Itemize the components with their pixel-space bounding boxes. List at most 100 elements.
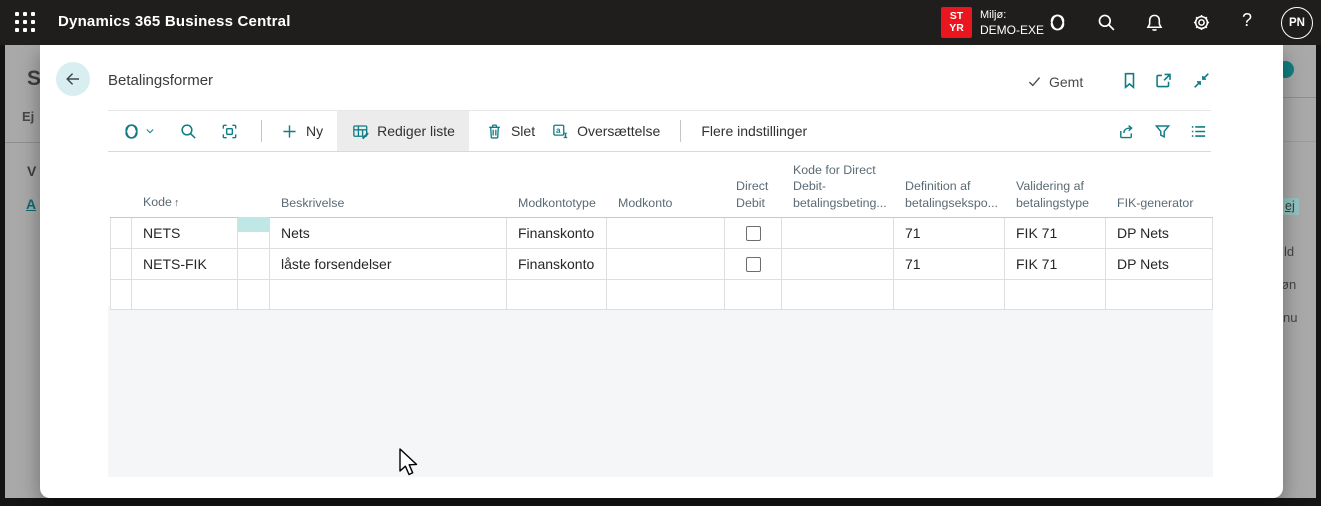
narrow-cell[interactable]	[238, 280, 270, 309]
background-text-fragment: V	[27, 163, 36, 179]
check-icon	[1026, 73, 1043, 90]
payment-methods-dialog: Betalingsformer Gemt Ny Rediger liste Sl…	[40, 45, 1283, 498]
delete-button[interactable]: Slet	[485, 122, 535, 141]
background-text-fragment: ld	[1284, 244, 1294, 259]
cell-betalingseksport[interactable]: 71	[894, 249, 1005, 279]
background-text-fragment: nu	[1283, 310, 1297, 325]
share-button[interactable]	[1117, 122, 1136, 141]
search-icon[interactable]	[1096, 12, 1117, 33]
cell-direct_debit[interactable]	[725, 280, 782, 309]
cell-beskrivelse[interactable]: Nets	[270, 218, 507, 248]
help-icon[interactable]: ?	[1242, 10, 1252, 31]
column-header-direct_debit[interactable]: Direct Debit	[725, 178, 782, 217]
cell-dd_betalingsbetingelse[interactable]	[782, 249, 894, 279]
cell-beskrivelse[interactable]	[270, 280, 507, 309]
column-header-modkonto[interactable]: Modkonto	[607, 195, 725, 217]
translate-button[interactable]: Oversættelse	[551, 122, 660, 141]
action-bar: Ny Rediger liste Slet Oversættelse Flere…	[108, 110, 1211, 152]
cell-modkonto[interactable]	[607, 280, 725, 309]
cell-betalingstype[interactable]: FIK 71	[1005, 249, 1106, 279]
environment-badge[interactable]: ST YR	[941, 7, 972, 38]
column-header-kode[interactable]: Kode↑	[132, 194, 238, 217]
focused-cell-indicator	[238, 217, 270, 232]
cell-modkontotype[interactable]: Finanskonto	[507, 218, 607, 248]
more-options-label: Flere indstillinger	[701, 123, 807, 139]
row-selector-cell[interactable]	[110, 280, 132, 309]
row-selector-cell[interactable]	[110, 249, 132, 279]
background-divider	[5, 142, 42, 143]
more-options-button[interactable]: Flere indstillinger	[701, 123, 807, 139]
background-divider	[1278, 97, 1316, 98]
app-title[interactable]: Dynamics 365 Business Central	[58, 13, 291, 30]
environment-badge-line2: YR	[949, 23, 964, 35]
open-in-new-window-icon[interactable]	[1153, 70, 1174, 91]
background-text-fragment: Ej	[22, 109, 34, 124]
list-background	[108, 306, 1213, 477]
cell-modkontotype[interactable]: Finanskonto	[507, 249, 607, 279]
user-avatar[interactable]: PN	[1281, 7, 1313, 39]
cell-beskrivelse[interactable]: låste forsendelser	[270, 249, 507, 279]
cell-direct_debit[interactable]	[725, 249, 782, 279]
settings-gear-icon[interactable]	[1191, 12, 1212, 33]
narrow-cell[interactable]	[238, 249, 270, 279]
cell-betalingstype[interactable]: FIK 71	[1005, 218, 1106, 248]
direct-debit-checkbox[interactable]	[746, 257, 761, 272]
topbar: Dynamics 365 Business Central ST YR Milj…	[0, 0, 1321, 45]
cell-kode[interactable]: NETS	[132, 218, 238, 248]
notifications-bell-icon[interactable]	[1144, 12, 1165, 33]
cell-modkonto[interactable]	[607, 249, 725, 279]
column-header-betalingseksport[interactable]: Definition af betalingsekspo...	[894, 178, 1005, 217]
cell-modkontotype[interactable]	[507, 280, 607, 309]
analyze-icon	[220, 122, 239, 141]
cell-kode[interactable]: NETS-FIK	[132, 249, 238, 279]
column-header-modkontotype[interactable]: Modkontotype	[507, 195, 607, 217]
page-title: Betalingsformer	[108, 72, 213, 89]
cell-modkonto[interactable]	[607, 218, 725, 248]
filter-button[interactable]	[1153, 122, 1172, 141]
back-button[interactable]	[56, 62, 90, 96]
environment-info[interactable]: Miljø: DEMO-EXE	[980, 8, 1044, 37]
column-header-dd_betalingsbetingelse[interactable]: Kode for Direct Debit-betalingsbeting...	[782, 162, 894, 217]
collapse-page-icon[interactable]	[1191, 70, 1212, 91]
column-header-beskrivelse[interactable]: Beskrivelse	[270, 195, 507, 217]
column-header-fik_generator[interactable]: FIK-generator	[1106, 195, 1213, 217]
background-divider	[1278, 141, 1316, 142]
analyze-button[interactable]	[220, 122, 239, 141]
table-header-row: Kode↑ BeskrivelseModkontotypeModkontoDire…	[110, 160, 1213, 217]
new-button[interactable]: Ny	[280, 122, 323, 141]
edit-list-button[interactable]: Rediger liste	[337, 111, 469, 151]
search-icon	[179, 122, 198, 141]
copilot-menu-button[interactable]	[122, 122, 157, 141]
bookmark-icon[interactable]	[1119, 70, 1140, 91]
cell-kode[interactable]	[132, 280, 238, 309]
cell-betalingseksport[interactable]: 71	[894, 218, 1005, 248]
cell-betalingseksport[interactable]	[894, 280, 1005, 309]
cell-dd_betalingsbetingelse[interactable]	[782, 280, 894, 309]
sort-ascending-icon: ↑	[174, 197, 180, 209]
column-header-betalingstype[interactable]: Validering af betalingstype	[1005, 178, 1106, 217]
app-launcher-icon[interactable]	[15, 12, 35, 32]
plus-icon	[280, 122, 299, 141]
row-selector-cell[interactable]	[110, 218, 132, 248]
search-list-button[interactable]	[179, 122, 198, 141]
view-options-button[interactable]	[1189, 122, 1208, 141]
cell-betalingstype[interactable]	[1005, 280, 1106, 309]
chevron-down-icon	[143, 124, 157, 138]
save-status: Gemt	[1026, 73, 1083, 90]
direct-debit-checkbox[interactable]	[746, 226, 761, 241]
background-text-fragment: ej	[1281, 198, 1299, 215]
cell-fik_generator[interactable]	[1106, 280, 1213, 309]
translate-icon	[551, 122, 570, 141]
cell-direct_debit[interactable]	[725, 218, 782, 248]
cell-fik_generator[interactable]: DP Nets	[1106, 218, 1213, 248]
trash-icon	[485, 122, 504, 141]
cell-fik_generator[interactable]: DP Nets	[1106, 249, 1213, 279]
table-row	[110, 280, 1213, 310]
table-row: NETS NetsFinanskonto 71FIK 71DP Nets	[110, 218, 1213, 249]
save-status-label: Gemt	[1049, 74, 1083, 90]
copilot-icon[interactable]	[1047, 12, 1068, 33]
cell-dd_betalingsbetingelse[interactable]	[782, 218, 894, 248]
environment-name: DEMO-EXE	[980, 23, 1044, 37]
environment-badge-line1: ST	[950, 11, 963, 23]
background-text-fragment: øn	[1281, 277, 1296, 292]
